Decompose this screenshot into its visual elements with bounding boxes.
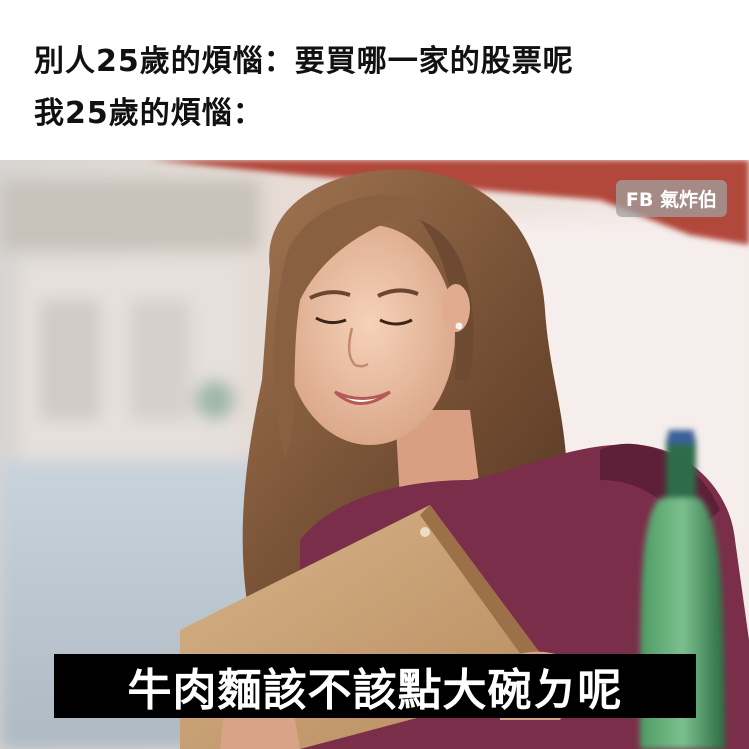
watermark-badge: FB 氣炸伯: [615, 180, 727, 217]
top-caption-area: 別人25歲的煩惱：要買哪一家的股票呢 我25歲的煩惱：: [0, 0, 749, 160]
subtitle-text: 牛肉麵該不該點大碗ㄉ呢: [127, 665, 623, 716]
subtitle-bar: 牛肉麵該不該點大碗ㄉ呢: [54, 654, 696, 718]
caption-line-1: 別人25歲的煩惱：要買哪一家的股票呢: [34, 44, 574, 79]
caption-line-2: 我25歲的煩惱：: [34, 96, 264, 131]
meme-image: 別人25歲的煩惱：要買哪一家的股票呢 我25歲的煩惱： FB 氣炸伯 牛肉麵該不…: [0, 0, 749, 749]
